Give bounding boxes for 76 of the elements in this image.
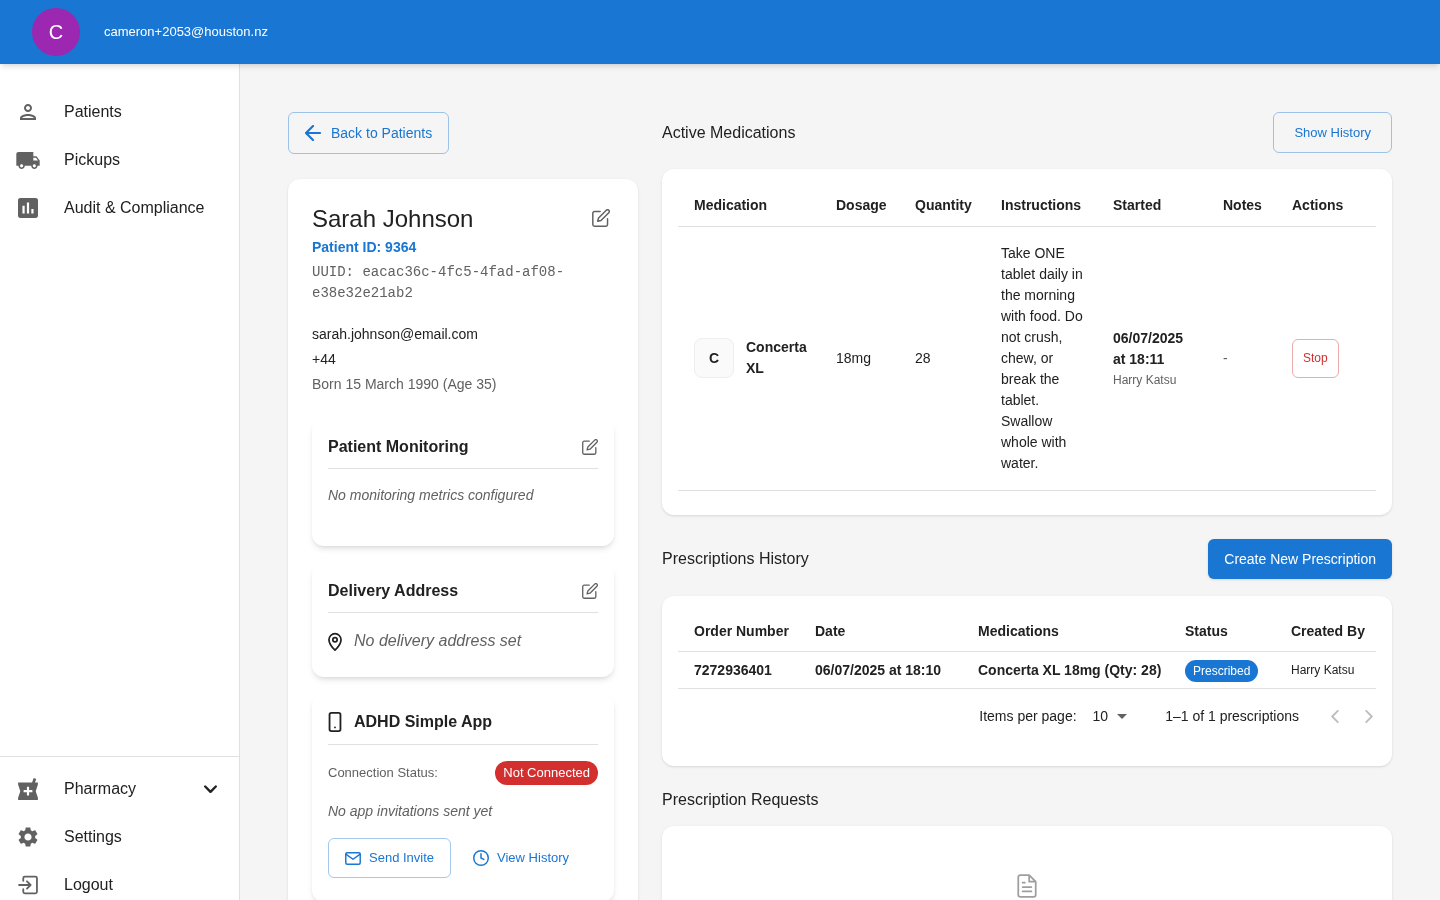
create-prescription-button[interactable]: Create New Prescription: [1208, 538, 1392, 579]
nav-item[interactable]: Settings: [0, 813, 239, 861]
arrow-left-icon: [305, 125, 321, 141]
empty-message: No delivery address set: [354, 631, 522, 651]
show-history-button[interactable]: Show History: [1273, 112, 1392, 153]
table-cell: Harry Katsu: [1275, 651, 1376, 689]
user-email: cameron+2053@houston.nz: [104, 23, 268, 42]
section-title: Prescriptions History: [662, 548, 809, 569]
section-title: Delivery Address: [328, 581, 459, 601]
patient-name: Sarah Johnson: [312, 204, 474, 234]
pharmacy-icon: [18, 778, 38, 800]
nav-item[interactable]: Pharmacy: [0, 765, 239, 813]
column-header: Actions: [1276, 185, 1376, 226]
patient-phone: +44: [312, 350, 337, 369]
table-cell: 28: [899, 226, 985, 490]
logout-icon: [18, 875, 38, 895]
items-per-page-select[interactable]: 10: [1092, 700, 1128, 732]
status-chip: Prescribed: [1185, 660, 1259, 682]
truck-icon: [16, 151, 40, 169]
location-pin-icon: [328, 631, 342, 651]
table-cell: Take ONE tablet daily in the morning with food. Do not crush, chew, or break the tablet. Swallow whole with water.: [985, 226, 1097, 490]
nav-item[interactable]: Audit & Compliance: [0, 184, 239, 232]
section-title: Prescription Requests: [662, 790, 819, 810]
section-title: Active Medications: [662, 122, 796, 143]
nav-item[interactable]: Patients: [0, 88, 239, 136]
column-header: Order Number: [678, 611, 799, 652]
column-header: Date: [799, 611, 962, 652]
settings-icon: [18, 827, 38, 847]
avatar[interactable]: C: [32, 8, 80, 56]
view-history-button[interactable]: View History: [465, 838, 578, 878]
stop-button[interactable]: Stop: [1292, 338, 1339, 378]
document-icon: [1017, 874, 1037, 898]
empty-message: No monitoring metrics configured: [328, 486, 535, 505]
column-header: Instructions: [985, 185, 1097, 226]
column-header: Medication: [678, 185, 820, 226]
patient-id: Patient ID: 9364: [312, 238, 418, 257]
nav-item[interactable]: Logout: [0, 861, 239, 900]
table-cell: 18mg: [820, 226, 899, 490]
patient-birth-date: Born 15 March 1990 (Age 35): [312, 375, 498, 394]
bar-chart-icon: [18, 198, 38, 218]
column-header: Created By: [1275, 611, 1376, 652]
section-title: Patient Monitoring: [328, 437, 469, 457]
column-header: Status: [1169, 611, 1275, 652]
column-header: Dosage: [820, 185, 899, 226]
connection-label: Connection Status:: [328, 764, 438, 783]
person-icon: [20, 104, 36, 120]
items-per-page-label: Items per page:: [979, 707, 1077, 726]
nav-item[interactable]: Pickups: [0, 136, 239, 184]
column-header: Medications: [962, 611, 1169, 652]
table-cell: -: [1207, 226, 1276, 490]
medication-avatar: C: [694, 338, 734, 378]
table-cell: 7272936401: [678, 651, 799, 689]
table-cell: 06/07/2025 at 18:10: [799, 651, 962, 689]
back-button[interactable]: Back to Patients: [288, 112, 450, 154]
prescriber-name: Harry Katsu: [1113, 372, 1178, 388]
patient-email: sarah.johnson@email.com: [312, 325, 479, 344]
table-cell: Concerta XL 18mg (Qty: 28): [962, 651, 1169, 689]
section-title: ADHD Simple App: [354, 712, 493, 732]
column-header: Notes: [1207, 185, 1276, 226]
pagination-range: 1–1 of 1 prescriptions: [1165, 707, 1299, 726]
clock-icon: [473, 850, 490, 866]
status-chip: Not Connected: [495, 761, 598, 785]
edit-icon[interactable]: [582, 439, 598, 455]
envelope-icon: [345, 851, 361, 865]
edit-icon[interactable]: [592, 209, 610, 227]
caret-down-icon: [1117, 713, 1128, 719]
phone-icon: [328, 712, 342, 732]
medication-name: Concerta XL: [746, 338, 808, 378]
edit-icon[interactable]: [582, 583, 598, 599]
chevron-down-icon[interactable]: [204, 785, 217, 793]
send-invite-button[interactable]: Send Invite: [328, 838, 452, 878]
column-header: Started: [1097, 185, 1207, 226]
empty-message: No app invitations sent yet: [328, 802, 494, 821]
patient-uuid: UUID: eacac36c-4fc5-4fad-af08-e38e32e21ab2: [312, 263, 566, 303]
start-date: 06/07/2025 at 18:11: [1113, 329, 1185, 369]
column-header: Quantity: [899, 185, 985, 226]
